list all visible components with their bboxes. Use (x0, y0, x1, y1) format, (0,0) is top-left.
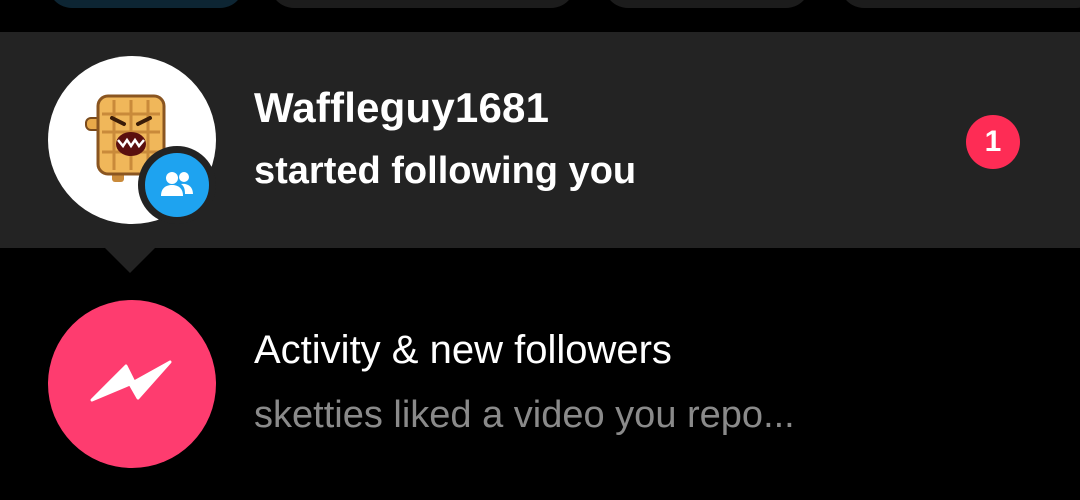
followers-badge (138, 146, 216, 224)
unread-count-badge: 1 (966, 115, 1020, 169)
activity-title: Activity & new followers (254, 328, 672, 372)
notification-pointer (104, 247, 156, 273)
activity-icon-circle (48, 300, 216, 468)
lightning-bolt-icon (90, 360, 172, 402)
followers-icon (161, 172, 193, 196)
top-chip-1[interactable] (48, 0, 244, 8)
notification-username[interactable]: Waffleguy1681 (254, 84, 549, 132)
top-chip-4[interactable] (840, 0, 1080, 8)
top-chip-row (0, 0, 1080, 12)
notification-message: started following you (254, 150, 637, 192)
top-chip-2[interactable] (270, 0, 575, 8)
activity-row[interactable]: Activity & new followers sketties liked … (0, 290, 1080, 480)
top-chip-3[interactable] (604, 0, 810, 8)
activity-subtitle: sketties liked a video you repo... (254, 394, 795, 436)
